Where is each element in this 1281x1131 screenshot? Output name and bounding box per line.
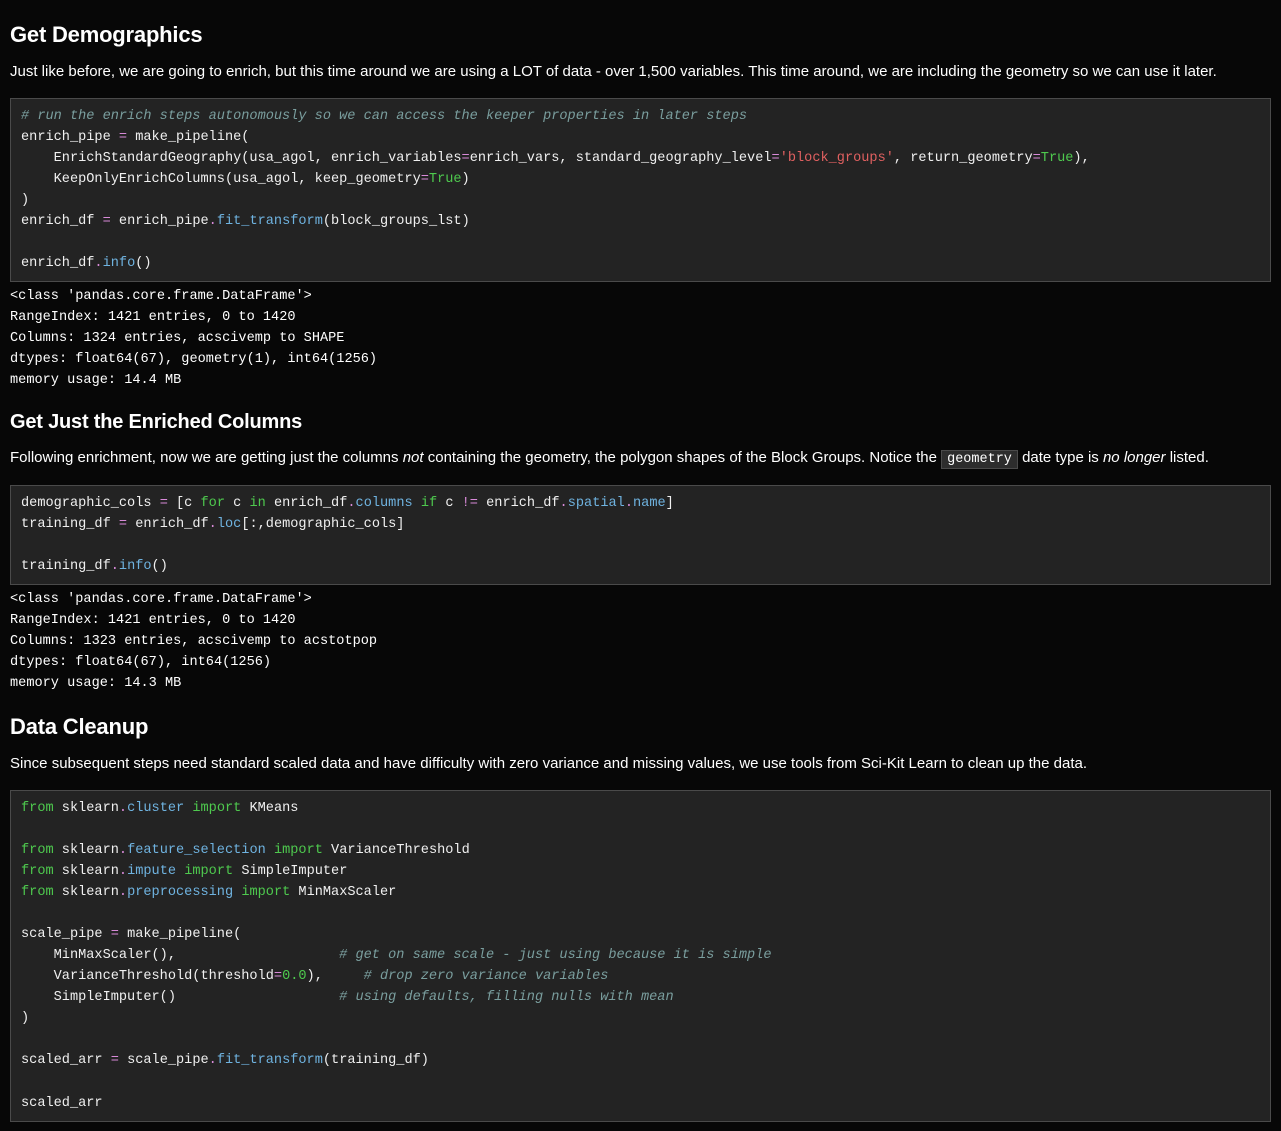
output-enrich: <class 'pandas.core.frame.DataFrame'> Ra… bbox=[10, 282, 1271, 397]
inline-code-geometry: geometry bbox=[941, 450, 1018, 469]
heading-data-cleanup: Data Cleanup bbox=[10, 710, 1271, 743]
prose-cleanup: Since subsequent steps need standard sca… bbox=[10, 753, 1271, 776]
code-cell-enrich: # run the enrich steps autonomously so w… bbox=[10, 98, 1271, 283]
heading-enriched-columns: Get Just the Enriched Columns bbox=[10, 407, 1271, 437]
code-comment: # run the enrich steps autonomously so w… bbox=[21, 109, 747, 124]
heading-get-demographics: Get Demographics bbox=[10, 18, 1271, 51]
prose-demographics: Just like before, we are going to enrich… bbox=[10, 61, 1271, 84]
code-cell-training: demographic_cols = [c for c in enrich_df… bbox=[10, 485, 1271, 585]
prose-enriched-columns: Following enrichment, now we are getting… bbox=[10, 447, 1271, 470]
output-training: <class 'pandas.core.frame.DataFrame'> Ra… bbox=[10, 585, 1271, 700]
code-cell-scale: from sklearn.cluster import KMeans from … bbox=[10, 790, 1271, 1122]
